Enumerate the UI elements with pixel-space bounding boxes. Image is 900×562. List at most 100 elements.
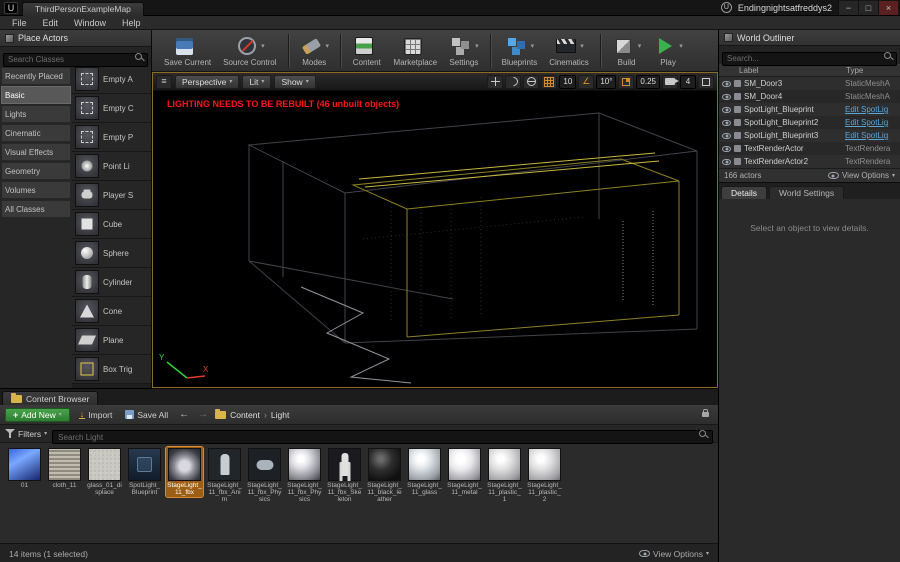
place-item-plane[interactable]: Plane	[72, 326, 151, 355]
back-button[interactable]: ←	[177, 409, 191, 420]
cinematics-button[interactable]: ▾ Cinematics	[543, 35, 595, 67]
visibility-eye-icon[interactable]	[722, 106, 731, 113]
view-mode-button[interactable]: Lit ▾	[242, 74, 272, 89]
visibility-eye-icon[interactable]	[722, 145, 731, 152]
asset-stagelight-11-fbx-physics[interactable]: StageLight_11_fbx_Physics	[286, 447, 323, 504]
breadcrumb-light[interactable]: Light	[271, 410, 289, 420]
import-button[interactable]: ↓ Import	[75, 409, 117, 421]
outliner-view-options[interactable]: View Options ▾	[827, 171, 895, 180]
build-button[interactable]: ▾ Build	[606, 35, 648, 67]
place-item-player-s[interactable]: Player S	[72, 181, 151, 210]
scale-snap-toggle[interactable]	[618, 74, 635, 89]
asset-stagelight-11-metal[interactable]: StageLight_11_metal	[446, 447, 483, 497]
content-browser-view-options[interactable]: View Options ▾	[639, 549, 709, 559]
minimize-button[interactable]: −	[838, 0, 858, 15]
asset-search-input[interactable]	[52, 430, 713, 444]
place-item-cube[interactable]: Cube	[72, 210, 151, 239]
edit-blueprint-link[interactable]: Edit SpotLig	[845, 131, 897, 140]
asset-stagelight-11-plastic-2[interactable]: StageLight_11_plastic_2	[526, 447, 563, 504]
content-button[interactable]: ▾Content	[346, 35, 388, 67]
edit-blueprint-link[interactable]: Edit SpotLig	[845, 118, 897, 127]
visibility-eye-icon[interactable]	[722, 93, 731, 100]
forward-button[interactable]: →	[196, 409, 210, 420]
source-control-button[interactable]: ▾ Source Control	[217, 35, 282, 67]
place-item-box-trig[interactable]: Box Trig	[72, 355, 151, 384]
tab-content-browser[interactable]: Content Browser	[2, 391, 99, 405]
place-category-volumes[interactable]: Volumes	[1, 181, 71, 199]
close-button[interactable]: ×	[878, 0, 898, 15]
asset-stagelight-11-black-leather[interactable]: StageLight_11_black_leather	[366, 447, 403, 504]
asset-stagelight-11-fbx-skeleton[interactable]: StageLight_11_fbx_Skeleton	[326, 447, 363, 504]
camera-speed-button[interactable]	[662, 74, 679, 89]
place-category-all-classes[interactable]: All Classes	[1, 200, 71, 218]
save-current-button[interactable]: ▾Save Current	[158, 35, 217, 67]
transform-move-icon[interactable]	[487, 74, 504, 89]
grid-snap-toggle[interactable]	[541, 74, 558, 89]
place-category-cinematic[interactable]: Cinematic	[1, 124, 71, 142]
place-item-empty-c[interactable]: Empty C	[72, 94, 151, 123]
outliner-row-spotlight-blueprint3[interactable]: SpotLight_Blueprint3 Edit SpotLig	[719, 129, 900, 142]
world-space-icon[interactable]	[523, 74, 540, 89]
menu-help[interactable]: Help	[114, 18, 149, 28]
outliner-row-spotlight-blueprint2[interactable]: SpotLight_Blueprint2 Edit SpotLig	[719, 116, 900, 129]
maximize-viewport-button[interactable]	[698, 74, 714, 89]
visibility-eye-icon[interactable]	[722, 119, 731, 126]
place-item-empty-a[interactable]: Empty A	[72, 65, 151, 94]
filters-button[interactable]: Filters ▾	[5, 429, 47, 439]
asset-stagelight-11-fbx-anim[interactable]: StageLight_11_fbx_Anim	[206, 447, 243, 504]
play-button[interactable]: ▾ Play	[647, 35, 689, 67]
blueprints-button[interactable]: ▾ Blueprints	[496, 35, 544, 67]
search-classes-input[interactable]	[3, 52, 148, 67]
modes-button[interactable]: ▾ Modes	[294, 35, 336, 67]
visibility-eye-icon[interactable]	[722, 132, 731, 139]
asset-stagelight-11-plastic-1[interactable]: StageLight_11_plastic_1	[486, 447, 523, 504]
viewport-options-button[interactable]: ≡	[156, 74, 172, 89]
camera-speed-value[interactable]: 4	[680, 74, 696, 89]
outliner-row-textrenderactor2[interactable]: TextRenderActor2 TextRendera	[719, 155, 900, 168]
asset-cloth-11[interactable]: cloth_11	[46, 447, 83, 490]
place-category-basic[interactable]: Basic	[1, 86, 71, 104]
outliner-row-sm-door4[interactable]: SM_Door4 StaticMeshA	[719, 90, 900, 103]
camera-mode-button[interactable]: Perspective ▾	[175, 74, 240, 89]
outliner-row-sm-door3[interactable]: SM_Door3 StaticMeshA	[719, 77, 900, 90]
column-header-label[interactable]: Label	[719, 66, 846, 75]
asset-01[interactable]: 01	[6, 447, 43, 490]
place-item-sphere[interactable]: Sphere	[72, 239, 151, 268]
transform-rotate-icon[interactable]	[505, 74, 522, 89]
asset-glass-01-displace[interactable]: glass_01_displace	[86, 447, 123, 497]
rotation-snap-value[interactable]: 10°	[596, 74, 617, 89]
scale-snap-value[interactable]: 0.25	[636, 74, 660, 89]
lock-icon[interactable]	[702, 409, 709, 417]
outliner-row-textrenderactor[interactable]: TextRenderActor TextRendera	[719, 142, 900, 155]
column-header-type[interactable]: Type	[846, 66, 900, 75]
place-item-point-li[interactable]: Point Li	[72, 152, 151, 181]
place-item-cylinder[interactable]: Cylinder	[72, 268, 151, 297]
outliner-search-input[interactable]	[722, 51, 897, 66]
asset-stagelight-11-fbx-physics[interactable]: StageLight_11_fbx_Physics	[246, 447, 283, 504]
outliner-row-spotlight-blueprint[interactable]: SpotLight_Blueprint Edit SpotLig	[719, 103, 900, 116]
menu-file[interactable]: File	[4, 18, 35, 28]
menu-edit[interactable]: Edit	[35, 18, 67, 28]
menu-window[interactable]: Window	[66, 18, 114, 28]
place-item-empty-p[interactable]: Empty P	[72, 123, 151, 152]
tab-world-settings[interactable]: World Settings	[768, 186, 845, 199]
map-tab[interactable]: ThirdPersonExampleMap	[22, 1, 144, 16]
asset-stagelight-11-fbx[interactable]: StageLight_11_fbx	[165, 446, 204, 498]
place-category-visual-effects[interactable]: Visual Effects	[1, 143, 71, 161]
save-all-button[interactable]: Save All	[121, 409, 172, 421]
visibility-eye-icon[interactable]	[722, 158, 731, 165]
settings-button[interactable]: ▾ Settings	[443, 35, 485, 67]
place-category-recently-placed[interactable]: Recently Placed	[1, 67, 71, 85]
edit-blueprint-link[interactable]: Edit SpotLig	[845, 105, 897, 114]
visibility-eye-icon[interactable]	[722, 80, 731, 87]
viewport[interactable]: ≡ Perspective ▾ Lit ▾ Show ▾ 10 ∠ 10° 0.…	[152, 72, 718, 388]
marketplace-button[interactable]: ▾Marketplace	[388, 35, 444, 67]
asset-stagelight-11-glass[interactable]: StageLight_11_glass	[406, 447, 443, 497]
place-category-geometry[interactable]: Geometry	[1, 162, 71, 180]
rotation-snap-toggle[interactable]: ∠	[578, 74, 595, 89]
grid-snap-value[interactable]: 10	[559, 74, 577, 89]
place-category-lights[interactable]: Lights	[1, 105, 71, 123]
place-item-cone[interactable]: Cone	[72, 297, 151, 326]
show-flags-button[interactable]: Show ▾	[274, 74, 316, 89]
maximize-button[interactable]: □	[858, 0, 878, 15]
